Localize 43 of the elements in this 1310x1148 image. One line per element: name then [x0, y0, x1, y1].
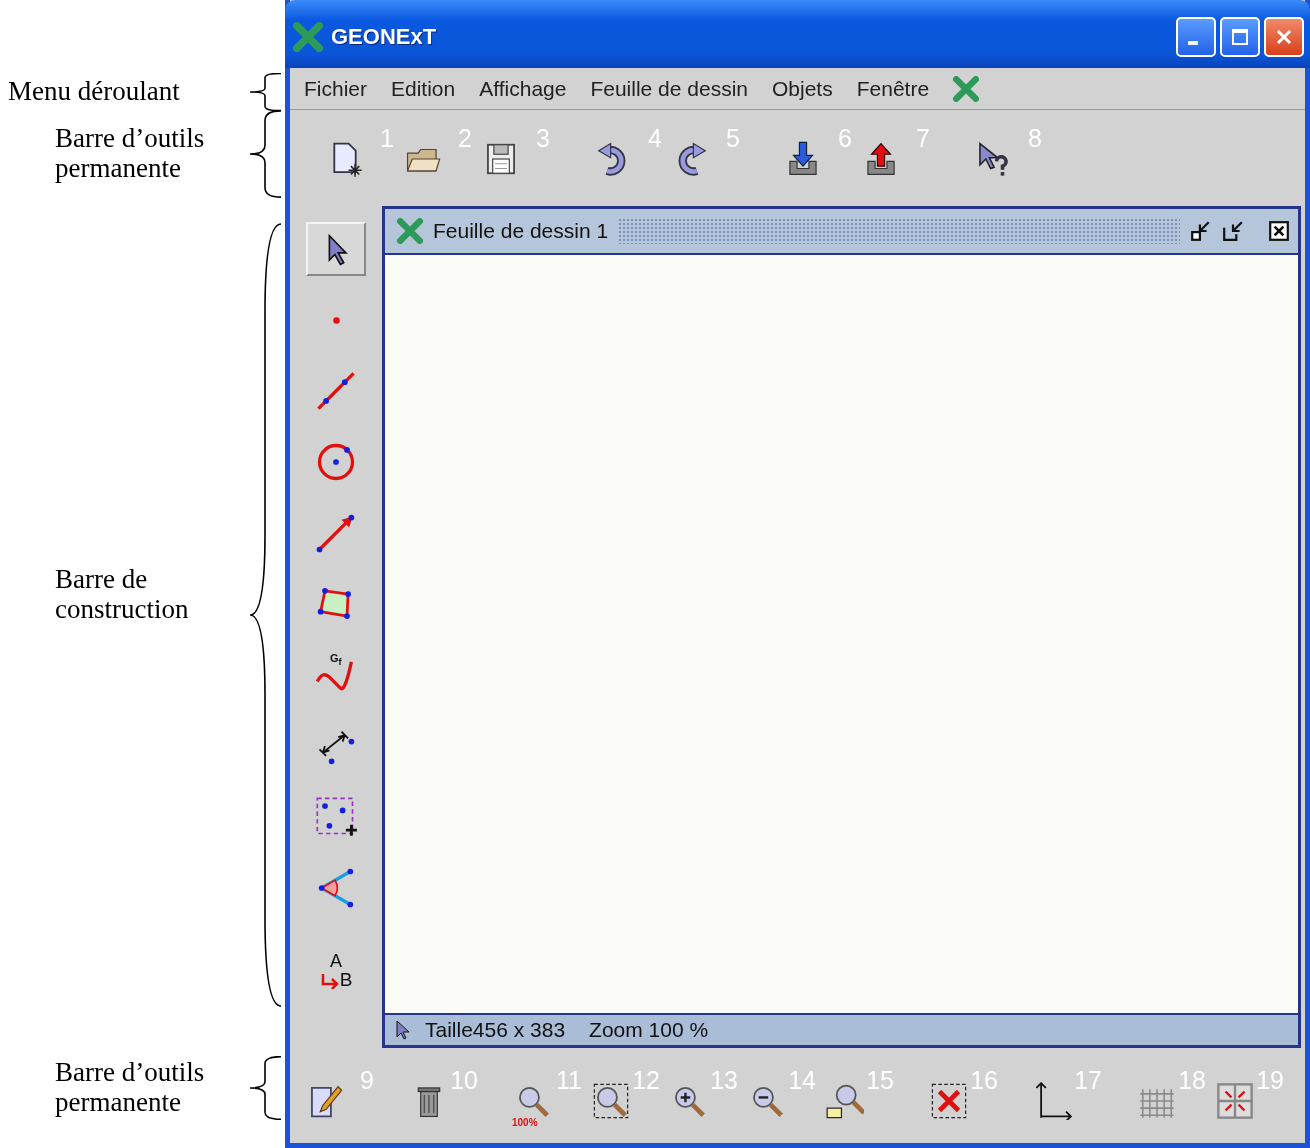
close-icon	[1268, 220, 1290, 242]
annotation-label: Barre d’outils permanente	[55, 1058, 206, 1118]
close-button[interactable]	[1268, 220, 1290, 242]
line-icon	[314, 369, 358, 413]
annotation-label: Barre d’outils permanente	[55, 124, 206, 184]
zoom-label: 100%	[512, 1116, 538, 1128]
menu-item[interactable]: Feuille de dessin	[590, 76, 748, 101]
iconify-button[interactable]	[1190, 220, 1212, 242]
maximize-button[interactable]	[1220, 16, 1260, 57]
sheet-title: Feuille de dessin 1	[433, 219, 609, 243]
menu-item[interactable]: Affichage	[479, 76, 567, 101]
construction-tool[interactable]: A B	[306, 932, 366, 986]
size-readout: Taille456 x 383	[425, 1018, 566, 1042]
zoom-box-icon	[592, 1081, 630, 1120]
function-label: G$_{f}$	[330, 652, 342, 668]
arrow-icon	[319, 972, 340, 989]
minimize-button[interactable]	[1176, 16, 1216, 57]
iconify-icon	[1190, 220, 1212, 242]
menu-item[interactable]: Fichier	[304, 76, 367, 101]
annotation-label: Menu déroulant	[8, 77, 180, 107]
construction-tool[interactable]	[306, 222, 366, 276]
letter-label: B	[339, 969, 353, 989]
window-title: GEONExT	[331, 23, 438, 50]
app-logo-icon	[397, 218, 423, 244]
maximize-icon	[1230, 26, 1250, 47]
curly-brace	[249, 1056, 281, 1120]
axes-icon	[1034, 1081, 1072, 1120]
menu-item[interactable]: Fenêtre	[856, 76, 930, 101]
restore-icon	[1222, 220, 1244, 242]
letter-label: A	[329, 951, 343, 970]
app-logo-icon	[293, 21, 323, 52]
app-logo-icon	[953, 75, 980, 102]
arrows-in-icon	[1216, 1081, 1254, 1120]
point-icon	[332, 316, 340, 324]
annotation-label: Barre de construction	[55, 565, 190, 625]
selection-box-icon	[314, 795, 358, 839]
construction-tool[interactable]: G$_{f}$	[306, 648, 366, 702]
zoom-readout: Zoom 100 %	[589, 1018, 709, 1042]
menu-item[interactable]: Objets	[772, 76, 833, 101]
minimize-icon	[1188, 40, 1198, 45]
dashed-x-icon	[930, 1081, 968, 1120]
menu-item[interactable]: Edition	[391, 76, 456, 101]
restore-button[interactable]	[1222, 220, 1244, 242]
